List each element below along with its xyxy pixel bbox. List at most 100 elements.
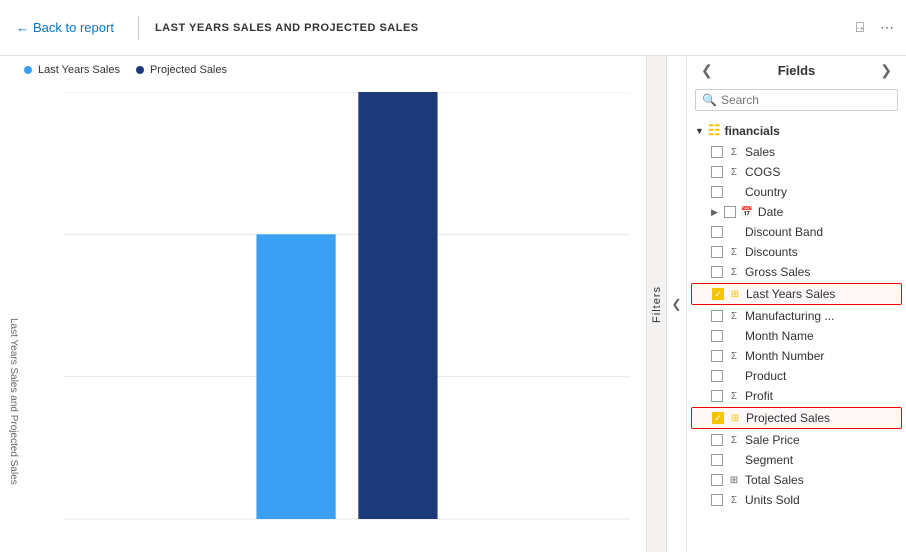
sigma-icon: Σ <box>727 495 741 506</box>
field-label: Sales <box>745 145 775 159</box>
field-checkbox[interactable] <box>711 330 723 342</box>
group-table-icon: ☷ <box>708 122 721 139</box>
nav-arrows: ❮ <box>666 56 686 552</box>
legend: Last Years Sales Projected Sales <box>0 64 646 84</box>
sigma-icon: Σ <box>727 391 741 402</box>
main-content: Last Years Sales Projected Sales Last Ye… <box>0 56 906 552</box>
field-checkbox[interactable] <box>711 350 723 362</box>
chart-container: Last Years Sales and Projected Sales 1.5… <box>0 84 646 552</box>
filter-icon[interactable]: ⍈ <box>852 15 868 40</box>
sigma-icon: Σ <box>727 167 741 178</box>
field-label: COGS <box>745 165 780 179</box>
field-item[interactable]: Σ Sales <box>687 142 906 162</box>
field-item[interactable]: Σ COGS <box>687 162 906 182</box>
more-options-icon[interactable]: ⋯ <box>876 15 898 40</box>
sigma-icon: Σ <box>727 351 741 362</box>
chart-svg: 1.5M 1.0M 0.5M 0.0M <box>64 92 630 520</box>
field-item[interactable]: Product <box>687 366 906 386</box>
search-input[interactable] <box>721 93 891 107</box>
legend-dot-projected <box>136 66 144 74</box>
field-item[interactable]: Discount Band <box>687 222 906 242</box>
field-checkbox[interactable] <box>711 186 723 198</box>
fields-panel: ❮ Fields ❯ 🔍 ▼ ☷ financials Σ Sales Σ COGS C… <box>686 56 906 552</box>
field-item[interactable]: Σ Profit <box>687 386 906 406</box>
legend-item-last-years: Last Years Sales <box>24 64 120 76</box>
panel-title: Fields <box>778 63 816 78</box>
field-checkbox[interactable] <box>711 246 723 258</box>
table-icon: ⊞ <box>728 413 742 424</box>
expand-arrow-icon[interactable]: ▶ <box>711 207 718 218</box>
back-arrow-icon: ← <box>16 20 29 35</box>
field-label: Month Number <box>745 349 824 363</box>
field-label: Gross Sales <box>745 265 810 279</box>
field-item[interactable]: ✓ ⊞ Projected Sales <box>691 407 902 429</box>
title-separator <box>138 16 139 40</box>
fields-container: ΣSalesΣCOGSCountry▶📅DateDiscount BandΣDi… <box>687 142 906 510</box>
field-label: Manufacturing ... <box>745 309 834 323</box>
field-checkbox[interactable]: ✓ <box>712 288 724 300</box>
field-item[interactable]: ✓ ⊞ Last Years Sales <box>691 283 902 305</box>
field-item[interactable]: Σ Manufacturing ... <box>687 306 906 326</box>
nav-left-arrow[interactable]: ❮ <box>667 293 686 315</box>
date-icon: 📅 <box>740 207 754 218</box>
field-label: Projected Sales <box>746 411 830 425</box>
field-label: Product <box>745 369 786 383</box>
panel-nav: ❮ Fields ❯ <box>687 56 906 85</box>
chart-plot: 1.5M 1.0M 0.5M 0.0M <box>64 92 630 520</box>
field-checkbox[interactable] <box>711 390 723 402</box>
sigma-icon: Σ <box>727 267 741 278</box>
field-label: Profit <box>745 389 773 403</box>
filters-label: Filters <box>651 286 663 323</box>
top-bar: ← Back to report LAST YEARS SALES AND PR… <box>0 0 906 56</box>
field-item[interactable]: Σ Gross Sales <box>687 262 906 282</box>
field-checkbox[interactable] <box>711 146 723 158</box>
filters-tab[interactable]: Filters <box>646 56 666 552</box>
field-checkbox[interactable] <box>711 266 723 278</box>
field-item[interactable]: ⊞ Total Sales <box>687 470 906 490</box>
table-icon: ⊞ <box>728 289 742 300</box>
field-checkbox[interactable] <box>711 166 723 178</box>
field-label: Sale Price <box>745 433 800 447</box>
back-label: Back to report <box>33 20 114 35</box>
sigma-icon: Σ <box>727 147 741 158</box>
field-item[interactable]: Country <box>687 182 906 202</box>
field-item[interactable]: Segment <box>687 450 906 470</box>
field-item[interactable]: Month Name <box>687 326 906 346</box>
field-checkbox[interactable]: ✓ <box>712 412 724 424</box>
field-label: Total Sales <box>745 473 804 487</box>
field-item[interactable]: Σ Sale Price <box>687 430 906 450</box>
fields-list: ▼ ☷ financials ΣSalesΣCOGSCountry▶📅DateD… <box>687 115 906 552</box>
field-label: Discount Band <box>745 225 823 239</box>
field-item[interactable]: ΣUnits Sold <box>687 490 906 510</box>
field-label: Discounts <box>745 245 798 259</box>
legend-dot-last-years <box>24 66 32 74</box>
chart-title: LAST YEARS SALES AND PROJECTED SALES <box>155 22 419 34</box>
field-item[interactable]: ΣDiscounts <box>687 242 906 262</box>
field-checkbox[interactable] <box>711 494 723 506</box>
legend-label-projected: Projected Sales <box>150 64 227 76</box>
back-button[interactable]: ← Back to report <box>8 16 122 39</box>
group-header-financials[interactable]: ▼ ☷ financials <box>687 119 906 142</box>
field-checkbox[interactable] <box>724 206 736 218</box>
chart-area: Last Years Sales Projected Sales Last Ye… <box>0 56 646 552</box>
field-checkbox[interactable] <box>711 370 723 382</box>
panel-back-arrow[interactable]: ❮ <box>695 60 719 81</box>
field-label: Last Years Sales <box>746 287 835 301</box>
field-label: Month Name <box>745 329 814 343</box>
sigma-icon: Σ <box>727 311 741 322</box>
field-checkbox[interactable] <box>711 434 723 446</box>
sigma-icon: Σ <box>727 435 741 446</box>
group-expand-arrow: ▼ <box>695 126 704 136</box>
field-item[interactable]: Σ Month Number <box>687 346 906 366</box>
field-checkbox[interactable] <box>711 454 723 466</box>
field-checkbox[interactable] <box>711 310 723 322</box>
field-checkbox[interactable] <box>711 226 723 238</box>
top-bar-icons: ⍈ ⋯ <box>852 15 898 40</box>
search-icon: 🔍 <box>702 93 717 107</box>
table-icon: ⊞ <box>727 475 741 486</box>
field-label: Segment <box>745 453 793 467</box>
field-checkbox[interactable] <box>711 474 723 486</box>
panel-forward-arrow[interactable]: ❯ <box>874 60 898 81</box>
field-item[interactable]: ▶📅Date <box>687 202 906 222</box>
legend-item-projected: Projected Sales <box>136 64 227 76</box>
